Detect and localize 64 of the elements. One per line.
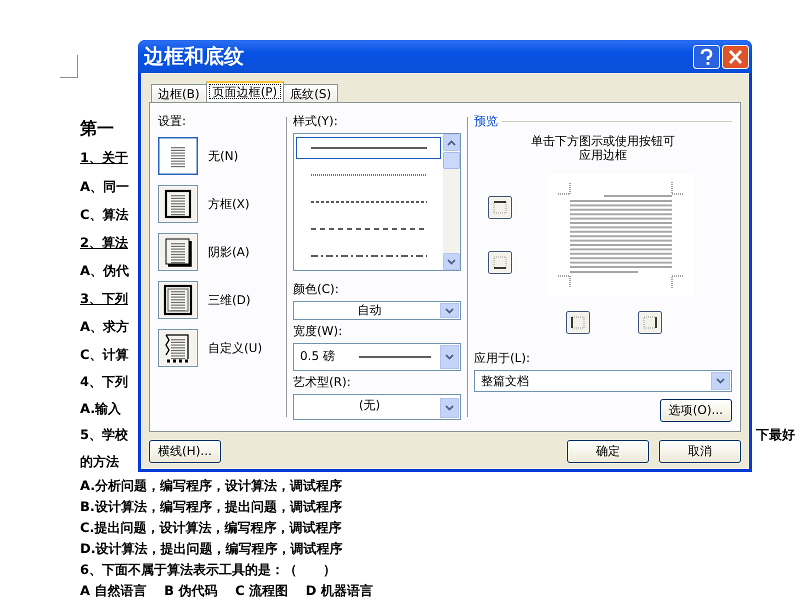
document-text: C、计算	[80, 347, 129, 364]
window-title: 边框和底纹	[144, 43, 244, 70]
document-text: C、算法	[80, 207, 129, 224]
document-text: 2、算法	[80, 235, 128, 252]
art-label: 艺术型(R):	[293, 374, 352, 391]
tab[interactable]: 底纹(S)	[283, 84, 338, 102]
close-button[interactable]	[722, 44, 749, 68]
document-text: D.设计算法，提出问题，编写程序，调试程序	[80, 540, 343, 558]
color-dropdown[interactable]: 自动	[293, 301, 461, 320]
document-text: B.设计算法，编写程序，提出问题，调试程序	[80, 498, 342, 516]
horizontal-line-button[interactable]: 横线(H)...	[149, 440, 221, 463]
document-text: 6、下面不属于算法表示工具的是：（ ）	[80, 562, 336, 578]
tab[interactable]: 边框(B)	[151, 84, 207, 102]
tab[interactable]: 页面边框(P)	[206, 81, 284, 102]
style-label: 样式(Y):	[293, 113, 339, 130]
document-text: 的方法	[80, 454, 119, 471]
top-border-button[interactable]	[488, 196, 512, 219]
document-text: 1、关于	[80, 150, 128, 167]
document-text: A 自然语言 B 伪代码 C 流程图 D 机器语言	[80, 582, 373, 600]
document-text: A.输入	[80, 400, 122, 418]
width-label: 宽度(W):	[293, 323, 344, 340]
options-button[interactable]: 选项(O)...	[660, 399, 732, 422]
setting-none-icon[interactable]	[158, 137, 198, 175]
scroll-thumb[interactable]	[443, 152, 460, 169]
document-text: 3、下列	[80, 291, 128, 308]
document-text: 第一	[80, 118, 114, 140]
bottom-border-button[interactable]	[488, 251, 512, 274]
setting-label: 三维(D)	[208, 292, 251, 308]
document-text: A、同一	[80, 179, 130, 196]
left-border-button[interactable]	[566, 311, 590, 334]
document-text: A、伪代	[80, 263, 130, 280]
setting-label: 方框(X)	[208, 196, 250, 212]
ok-button[interactable]: 确定	[567, 440, 649, 463]
document-text: 4、下列	[80, 374, 128, 392]
apply-to-dropdown[interactable]: 整篇文档	[474, 370, 732, 392]
cancel-button[interactable]: 取消	[659, 440, 741, 463]
art-dropdown[interactable]: (无)	[293, 394, 461, 420]
document-text: 下最好	[756, 427, 795, 444]
setting-label: 阴影(A)	[208, 244, 250, 260]
preview-hint: 单击下方图示或使用按钮可应用边框	[530, 134, 676, 162]
apply-to-label: 应用于(L):	[474, 350, 532, 367]
document-text: C.提出问题，设计算法，编写程序，调试程序	[80, 520, 342, 536]
setting-custom-icon[interactable]	[158, 329, 198, 367]
width-dropdown[interactable]: 0.5 磅	[293, 343, 461, 371]
setting-box-icon[interactable]	[158, 185, 198, 223]
line-sample	[359, 356, 431, 358]
scrollbar[interactable]	[443, 134, 460, 270]
setting-threed-icon[interactable]	[158, 281, 198, 319]
scroll-up-icon	[447, 140, 456, 146]
preview-title: 预览	[474, 113, 498, 130]
document-text: 5、学校	[80, 427, 128, 444]
line-style-option[interactable]	[296, 137, 441, 159]
right-border-button[interactable]	[638, 311, 662, 334]
settings-label: 设置:	[158, 113, 188, 130]
setting-label: 自定义(U)	[208, 340, 262, 356]
style-list[interactable]	[293, 133, 461, 271]
document-text: A.分析问题，编写程序，设计算法，调试程序	[80, 478, 342, 494]
setting-shadow-icon[interactable]	[158, 233, 198, 271]
scroll-down-icon	[447, 258, 456, 264]
document-text: A、求方	[80, 318, 130, 336]
color-label: 颜色(C):	[293, 281, 340, 298]
help-button[interactable]	[693, 44, 720, 68]
setting-label: 无(N)	[208, 148, 238, 164]
page-corner-mark	[60, 55, 78, 78]
